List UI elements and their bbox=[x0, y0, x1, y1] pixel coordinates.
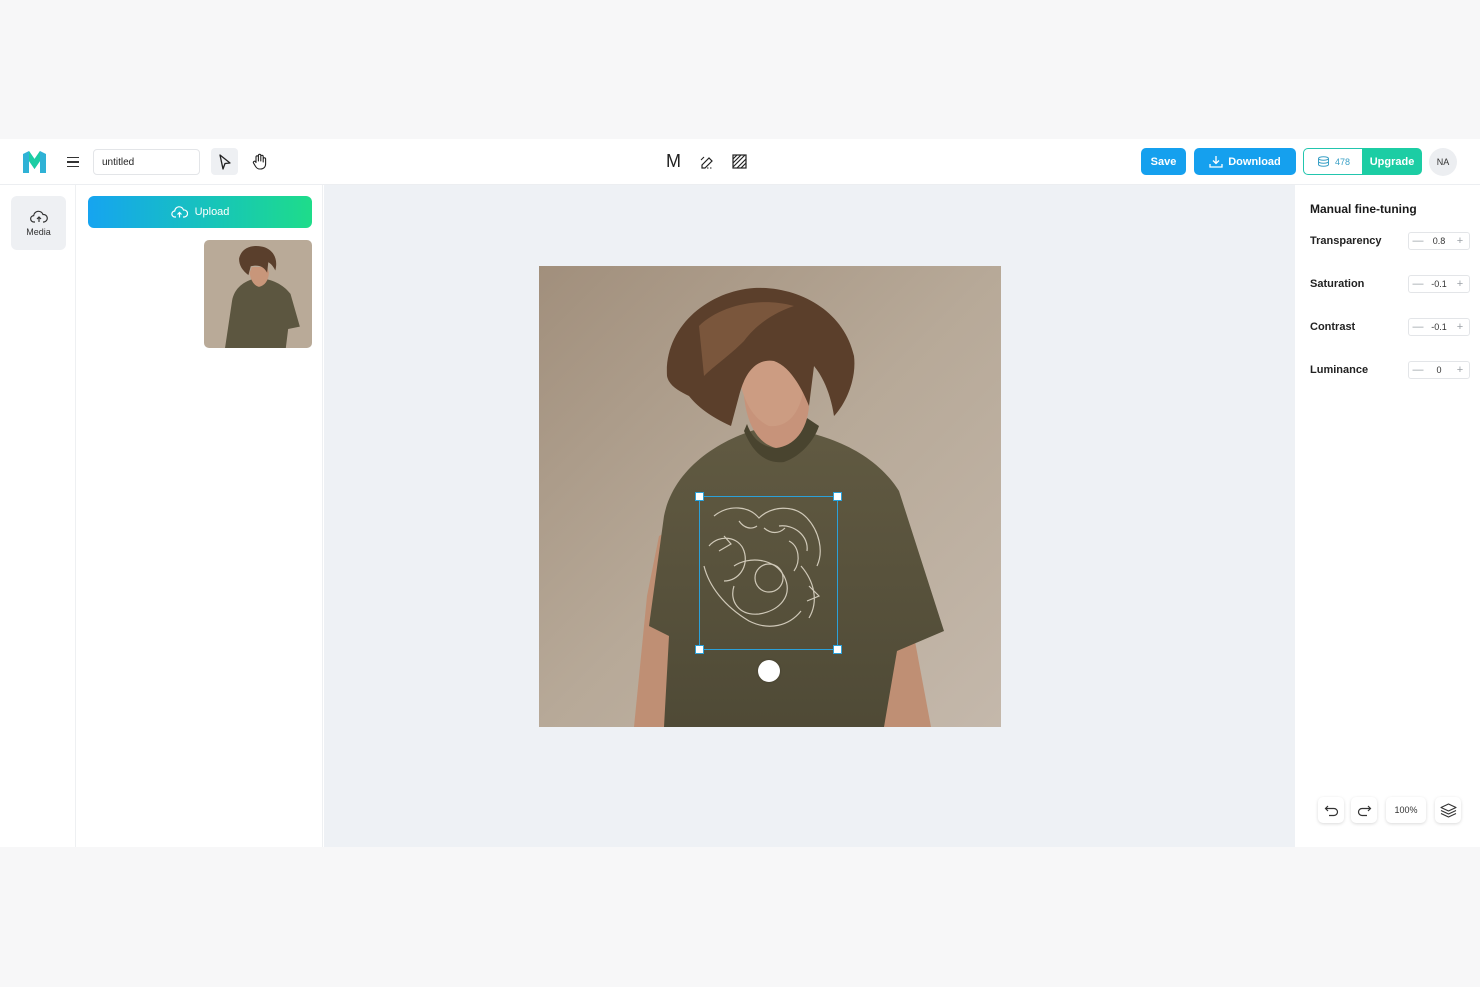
contrast-value[interactable]: -0.1 bbox=[1431, 322, 1447, 332]
selected-dragon-graphic-bounding-box[interactable] bbox=[695, 492, 842, 654]
zoom-level[interactable]: 100% bbox=[1386, 797, 1426, 823]
saturation-row: Saturation — -0.1 + bbox=[1310, 275, 1470, 293]
m-text-icon: M bbox=[666, 151, 681, 171]
saturation-value[interactable]: -0.1 bbox=[1431, 279, 1447, 289]
transparency-label: Transparency bbox=[1310, 235, 1382, 247]
redo-icon bbox=[1357, 805, 1371, 816]
increment-icon[interactable]: + bbox=[1454, 364, 1466, 376]
saturation-label: Saturation bbox=[1310, 278, 1365, 290]
download-label: Download bbox=[1228, 155, 1281, 168]
upload-label: Upload bbox=[194, 206, 230, 218]
rotate-handle[interactable] bbox=[758, 660, 780, 682]
m-text-tool-button[interactable]: M bbox=[660, 148, 687, 175]
media-thumbnail[interactable] bbox=[204, 240, 312, 348]
upload-button[interactable]: Upload bbox=[88, 196, 312, 228]
editor-app: M Save Download 478 Upgrade NA Media bbox=[0, 139, 1480, 847]
resize-handle-bottom-right[interactable] bbox=[833, 645, 842, 654]
credits-badge[interactable]: 478 bbox=[1303, 148, 1363, 175]
redo-button[interactable] bbox=[1351, 797, 1377, 823]
luminance-stepper[interactable]: — 0 + bbox=[1408, 361, 1470, 379]
pattern-icon bbox=[732, 154, 747, 169]
luminance-value[interactable]: 0 bbox=[1436, 365, 1441, 375]
increment-icon[interactable]: + bbox=[1454, 235, 1466, 247]
bottom-tools: 100% bbox=[1318, 797, 1461, 823]
top-toolbar: M Save Download 478 Upgrade NA bbox=[0, 139, 1480, 185]
decrement-icon[interactable]: — bbox=[1412, 235, 1424, 247]
transparency-row: Transparency — 0.8 + bbox=[1310, 232, 1470, 250]
contrast-label: Contrast bbox=[1310, 321, 1356, 333]
transparency-stepper[interactable]: — 0.8 + bbox=[1408, 232, 1470, 250]
document-title-input[interactable] bbox=[93, 149, 200, 175]
hand-tool-button[interactable] bbox=[246, 148, 273, 175]
canvas-area[interactable] bbox=[324, 185, 1295, 847]
increment-icon[interactable]: + bbox=[1454, 278, 1466, 290]
save-button[interactable]: Save bbox=[1141, 148, 1186, 175]
luminance-label: Luminance bbox=[1310, 364, 1369, 376]
luminance-row: Luminance — 0 + bbox=[1310, 361, 1470, 379]
contrast-row: Contrast — -0.1 + bbox=[1310, 318, 1470, 336]
increment-icon[interactable]: + bbox=[1454, 321, 1466, 333]
left-rail: Media bbox=[0, 185, 76, 847]
decrement-icon[interactable]: — bbox=[1412, 364, 1424, 376]
sidebar-item-media[interactable]: Media bbox=[11, 196, 66, 250]
credits-count: 478 bbox=[1334, 156, 1351, 167]
upgrade-button[interactable]: Upgrade bbox=[1362, 148, 1422, 175]
resize-handle-bottom-left[interactable] bbox=[695, 645, 704, 654]
resize-handle-top-left[interactable] bbox=[695, 492, 704, 501]
undo-icon bbox=[1324, 805, 1338, 816]
menu-icon[interactable] bbox=[64, 153, 82, 171]
artboard[interactable] bbox=[539, 266, 1001, 727]
download-icon bbox=[1209, 156, 1223, 168]
sidebar-item-label: Media bbox=[26, 226, 51, 237]
download-button[interactable]: Download bbox=[1194, 148, 1296, 175]
select-arrow-icon bbox=[218, 153, 231, 170]
eraser-tool-button[interactable] bbox=[693, 148, 720, 175]
adjustments-title: Manual fine-tuning bbox=[1310, 202, 1417, 216]
decrement-icon[interactable]: — bbox=[1412, 321, 1424, 333]
undo-button[interactable] bbox=[1318, 797, 1344, 823]
decrement-icon[interactable]: — bbox=[1412, 278, 1424, 290]
hand-pan-icon bbox=[252, 153, 266, 170]
resize-handle-top-right[interactable] bbox=[833, 492, 842, 501]
center-tools: M bbox=[660, 148, 753, 175]
contrast-stepper[interactable]: — -0.1 + bbox=[1408, 318, 1470, 336]
eraser-icon bbox=[700, 156, 713, 169]
layers-icon bbox=[1439, 802, 1457, 818]
adjustments-panel: Manual fine-tuning Transparency — 0.8 + … bbox=[1295, 185, 1480, 847]
select-tool-button[interactable] bbox=[211, 148, 238, 175]
cloud-icon bbox=[29, 210, 48, 223]
cloud-upload-icon bbox=[170, 206, 188, 218]
transparency-value[interactable]: 0.8 bbox=[1433, 236, 1446, 246]
avatar[interactable]: NA bbox=[1429, 148, 1457, 176]
model-photo-thumbnail bbox=[204, 240, 312, 348]
pattern-tool-button[interactable] bbox=[726, 148, 753, 175]
layers-button[interactable] bbox=[1435, 797, 1461, 823]
brand-logo-m-icon[interactable] bbox=[21, 149, 48, 175]
coins-icon bbox=[1317, 156, 1329, 167]
media-panel: Upload bbox=[77, 185, 323, 847]
saturation-stepper[interactable]: — -0.1 + bbox=[1408, 275, 1470, 293]
